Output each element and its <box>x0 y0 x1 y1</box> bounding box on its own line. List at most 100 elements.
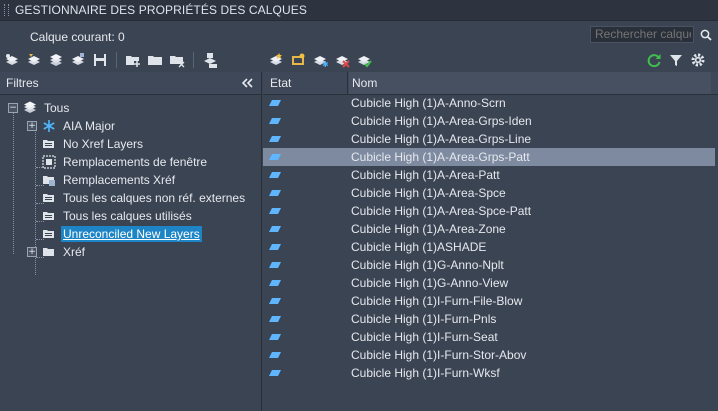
etat-cell[interactable] <box>263 333 351 341</box>
table-row[interactable]: Cubicle High (1)A-Area-Grps-Patt <box>263 148 715 166</box>
new-group-filter-icon[interactable] <box>26 52 42 68</box>
tree-node-no-xref-layers[interactable]: No Xref Layers <box>42 135 145 153</box>
window-title: GESTIONNAIRE DES PROPRIÉTÉS DES CALQUES <box>15 3 307 17</box>
collapse-toggle[interactable]: − <box>8 103 18 113</box>
layers-stack-icon <box>23 101 37 115</box>
group-filter-icon <box>42 137 56 151</box>
new-property-filter-icon[interactable] <box>4 52 20 68</box>
table-row[interactable]: Cubicle High (1)G-Anno-View <box>263 274 715 292</box>
layer-status-icon <box>269 172 281 178</box>
tree-node-non-xref-layers[interactable]: Tous les calques non réf. externes <box>42 189 247 207</box>
etat-cell[interactable] <box>263 171 351 179</box>
table-row[interactable]: Cubicle High (1)A-Area-Zone <box>263 220 715 238</box>
etat-cell[interactable] <box>263 261 351 269</box>
layer-name-cell: Cubicle High (1)A-Area-Grps-Iden <box>351 114 532 128</box>
layer-status-icon <box>269 226 281 232</box>
grid-header: Etat Nom <box>263 72 718 95</box>
table-row[interactable]: Cubicle High (1)A-Area-Grps-Line <box>263 130 715 148</box>
layer-settings-icon[interactable] <box>70 52 86 68</box>
etat-cell[interactable] <box>263 117 351 125</box>
layer-name-cell: Cubicle High (1)I-Furn-Seat <box>351 330 498 344</box>
etat-cell[interactable] <box>263 279 351 287</box>
tree-node-xref[interactable]: + Xréf <box>27 243 87 261</box>
etat-cell[interactable] <box>263 315 351 323</box>
table-row[interactable]: Cubicle High (1)A-Area-Grps-Iden <box>263 112 715 130</box>
etat-cell[interactable] <box>263 243 351 251</box>
layer-translator-icon[interactable] <box>202 52 218 68</box>
layer-status-icon <box>269 298 281 304</box>
tree-node-xref-overrides[interactable]: Remplacements Xréf <box>42 171 177 189</box>
etat-cell[interactable] <box>263 207 351 215</box>
etat-cell[interactable] <box>263 297 351 305</box>
table-row[interactable]: Cubicle High (1)G-Anno-Nplt <box>263 256 715 274</box>
table-row[interactable]: Cubicle High (1)I-Furn-Stor-Abov <box>263 346 715 364</box>
new-layer-vp-frozen-icon[interactable] <box>290 52 306 68</box>
tree-node-label: Remplacements Xréf <box>63 173 176 187</box>
column-header-nom[interactable]: Nom <box>349 72 711 94</box>
layer-status-icon <box>269 316 281 322</box>
table-row[interactable]: Cubicle High (1)A-Anno-Scrn <box>263 94 715 112</box>
filter-toolbar <box>4 52 224 68</box>
layer-name-cell: Cubicle High (1)A-Area-Grps-Patt <box>351 150 530 164</box>
toolbar-separator <box>193 52 194 68</box>
collapse-panel-icon[interactable] <box>241 76 255 90</box>
table-row[interactable]: Cubicle High (1)I-Furn-Wksf <box>263 364 715 382</box>
table-row[interactable]: Cubicle High (1)I-Furn-Pnls <box>263 310 715 328</box>
folder-icon[interactable] <box>147 52 163 68</box>
tree-node-viewport-overrides[interactable]: Remplacements de fenêtre <box>42 153 209 171</box>
search-input[interactable] <box>590 26 694 43</box>
table-row[interactable]: Cubicle High (1)A-Area-Spce-Patt <box>263 202 715 220</box>
table-row[interactable]: Cubicle High (1)A-Area-Patt <box>263 166 715 184</box>
layer-status-icon <box>269 352 281 358</box>
search-icon[interactable] <box>697 27 715 43</box>
new-layer-icon[interactable] <box>268 52 284 68</box>
etat-cell[interactable] <box>263 99 351 107</box>
layer-name-cell: Cubicle High (1)I-Furn-Stor-Abov <box>351 348 527 362</box>
refresh-icon[interactable] <box>646 52 662 68</box>
table-row[interactable]: Cubicle High (1)I-Furn-Seat <box>263 328 715 346</box>
tree-node-aia-major[interactable]: + AIA Major <box>27 117 117 135</box>
layer-status-icon <box>269 334 281 340</box>
table-row[interactable]: Cubicle High (1)I-Furn-File-Blow <box>263 292 715 310</box>
table-row[interactable]: Cubicle High (1)A-Area-Spce <box>263 184 715 202</box>
layer-status-icon <box>269 100 281 106</box>
new-layer-icon[interactable] <box>125 52 141 68</box>
layer-status-icon <box>269 190 281 196</box>
gear-icon[interactable] <box>690 52 706 68</box>
expand-toggle[interactable]: + <box>27 247 37 257</box>
filters-panel-header: Filtres <box>0 72 261 95</box>
etat-cell[interactable] <box>263 135 351 143</box>
etat-cell[interactable] <box>263 225 351 233</box>
layer-status-icon <box>269 370 281 376</box>
title-grip-handle[interactable] <box>4 4 9 16</box>
layer-states-manager-icon[interactable] <box>48 52 64 68</box>
filters-panel: Filtres − Tous + AIA Major No Xref Layer… <box>0 72 262 411</box>
table-row[interactable]: Cubicle High (1)ASHADE <box>263 238 715 256</box>
delete-layer-icon[interactable] <box>334 52 350 68</box>
viewport-override-icon <box>42 155 56 169</box>
tree-node-label: Tous les calques utilisés <box>63 209 192 223</box>
tree-node-unreconciled-new-layers[interactable]: Unreconciled New Layers <box>42 225 202 243</box>
svg-text:✱: ✱ <box>322 60 328 68</box>
group-filter-icon <box>42 209 56 223</box>
set-current-icon[interactable] <box>356 52 372 68</box>
new-layer-vp-frozen-all-icon[interactable]: ✱ <box>312 52 328 68</box>
folder-remove-icon[interactable] <box>169 52 185 68</box>
expand-toggle[interactable]: + <box>27 121 37 131</box>
layer-name-cell: Cubicle High (1)A-Area-Patt <box>351 168 500 182</box>
etat-cell[interactable] <box>263 189 351 197</box>
save-icon[interactable] <box>92 52 108 68</box>
filter-funnel-icon[interactable] <box>668 52 684 68</box>
unreconciled-filter-icon <box>42 227 56 241</box>
etat-cell[interactable] <box>263 369 351 377</box>
layer-name-cell: Cubicle High (1)I-Furn-Wksf <box>351 366 500 380</box>
etat-cell[interactable] <box>263 153 351 161</box>
layer-status-icon <box>269 118 281 124</box>
title-bar: GESTIONNAIRE DES PROPRIÉTÉS DES CALQUES <box>0 0 718 21</box>
column-header-etat[interactable]: Etat <box>263 72 348 94</box>
etat-cell[interactable] <box>263 351 351 359</box>
tree-node-tous[interactable]: − Tous <box>8 99 71 117</box>
tree-node-used-layers[interactable]: Tous les calques utilisés <box>42 207 194 225</box>
layer-name-cell: Cubicle High (1)ASHADE <box>351 240 487 254</box>
tree-node-label: AIA Major <box>63 119 116 133</box>
